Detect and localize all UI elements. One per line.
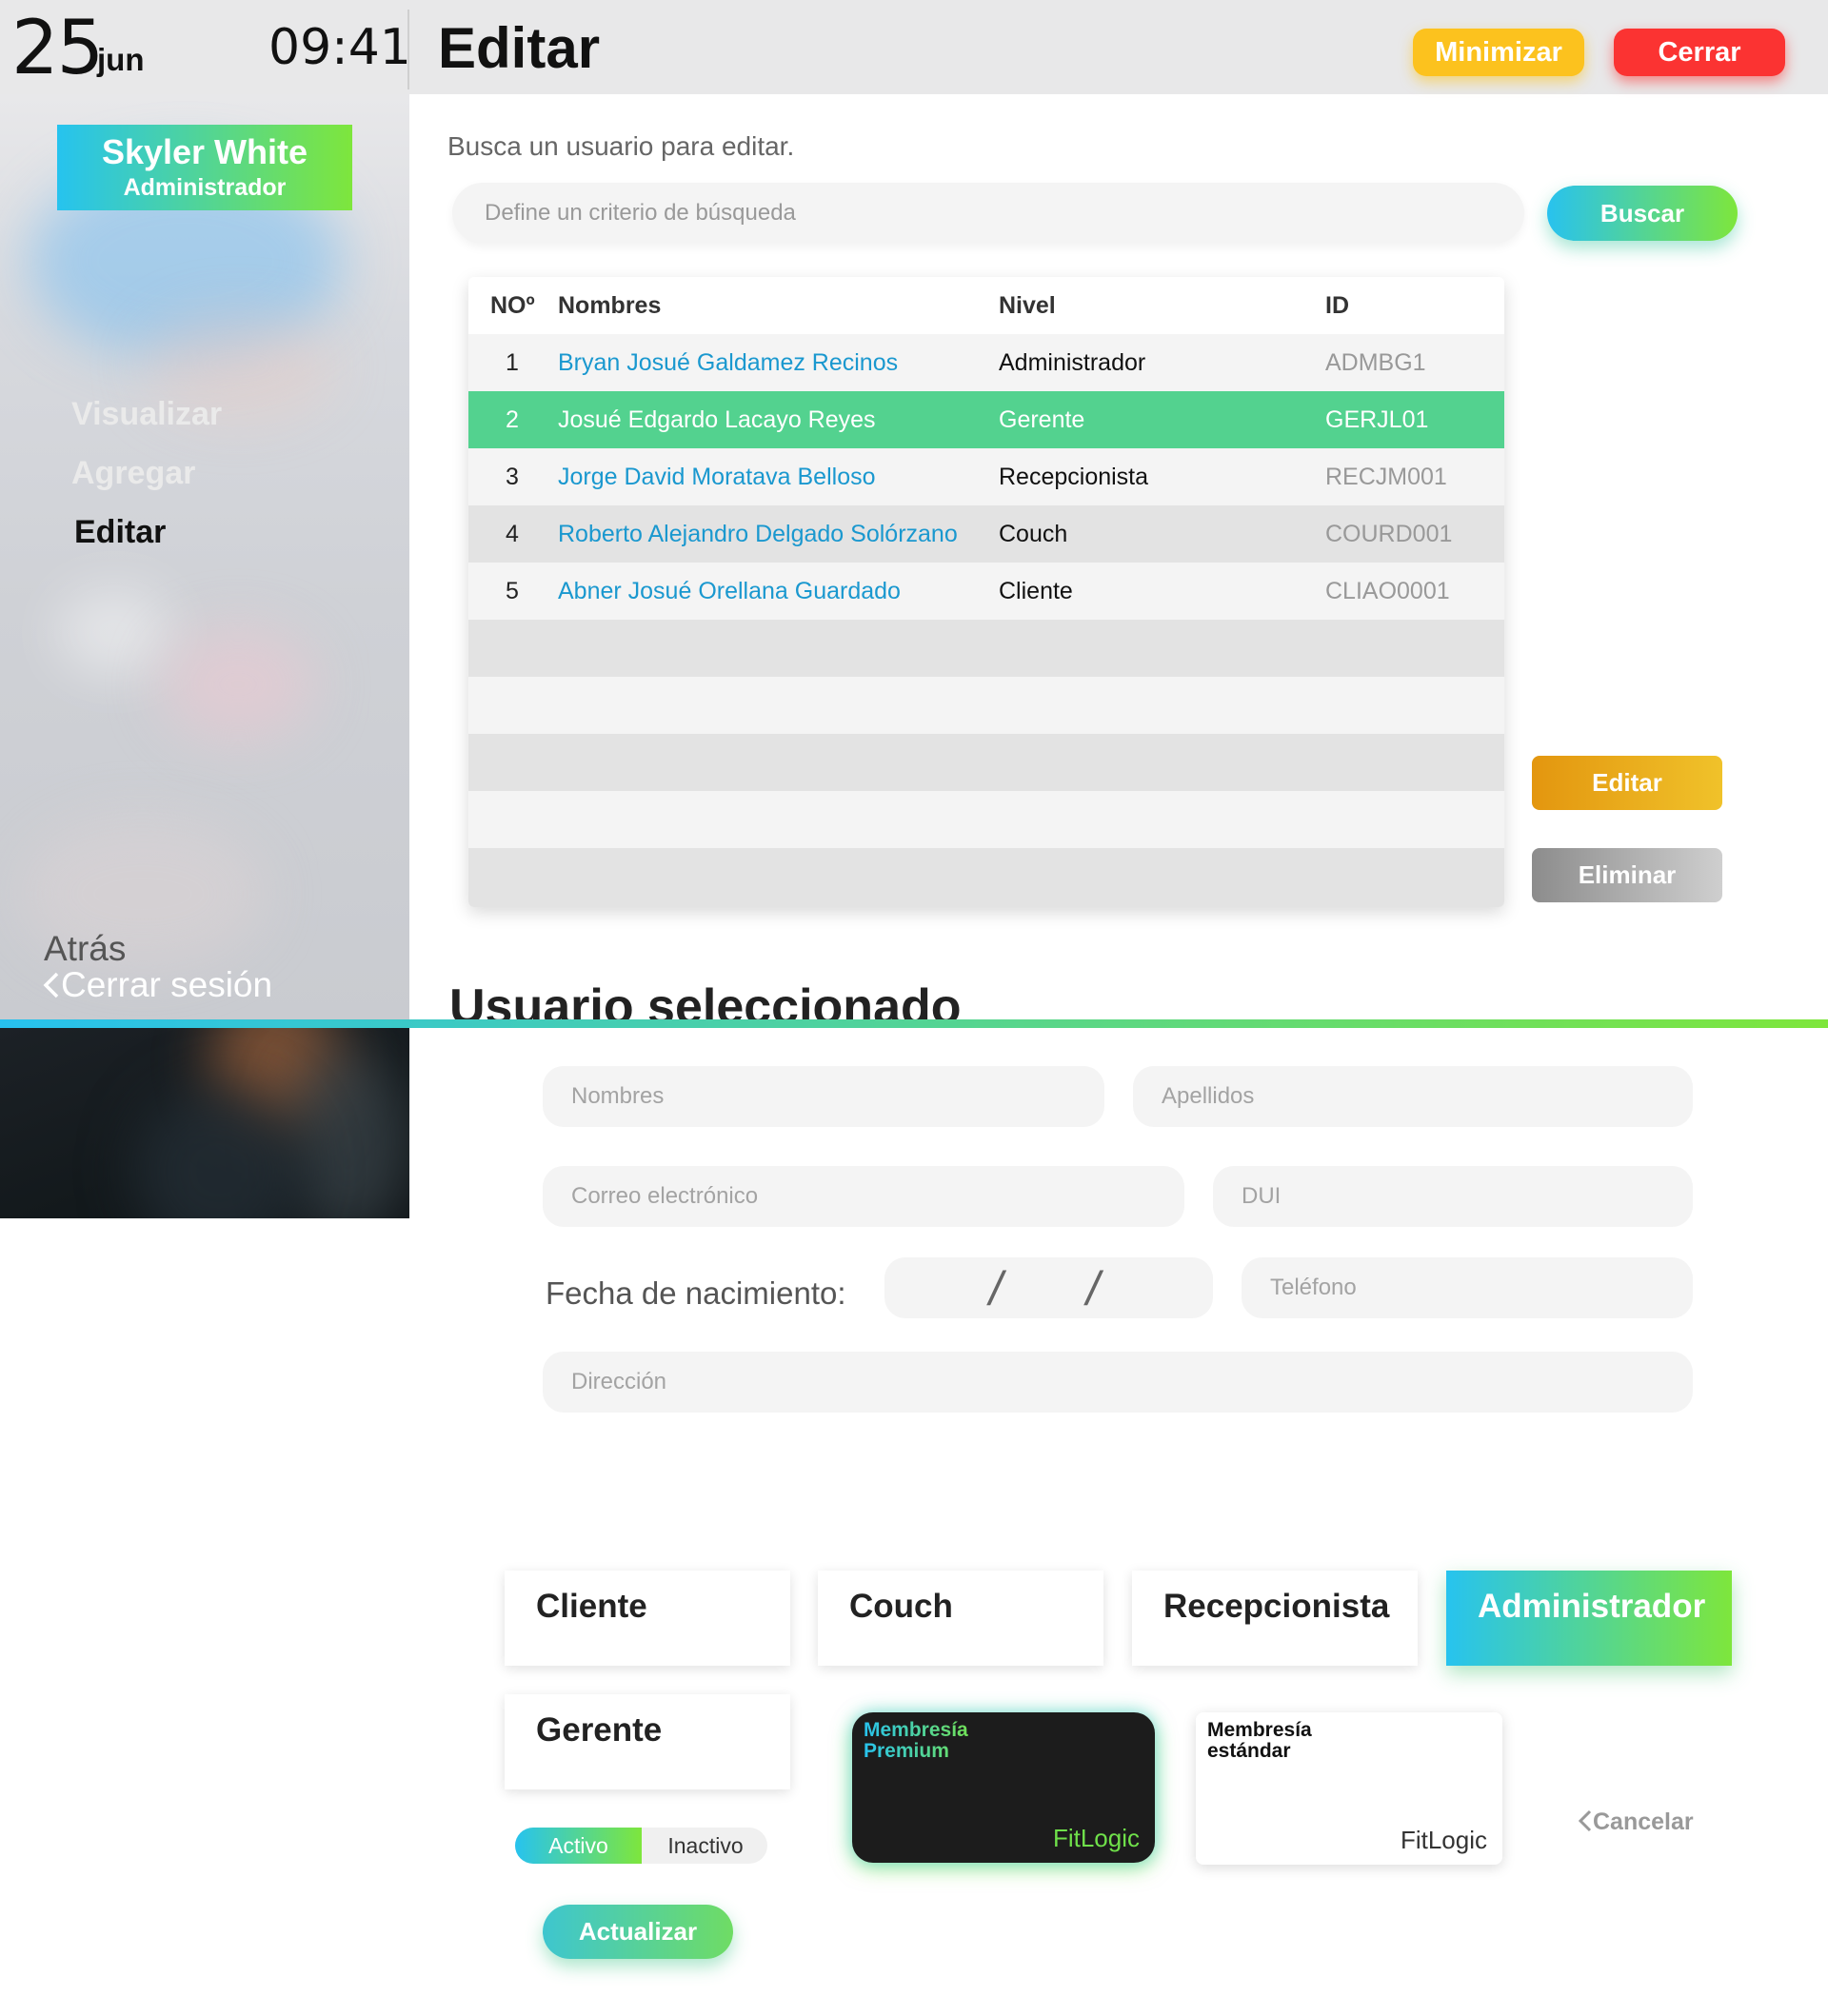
update-button[interactable]: Actualizar <box>543 1905 733 1959</box>
date-separator: / <box>989 1262 1003 1315</box>
address-field[interactable] <box>543 1352 1693 1413</box>
empty-table-row <box>468 848 1504 907</box>
birth-date-field[interactable]: / / <box>884 1257 1213 1318</box>
last-name-field[interactable] <box>1133 1066 1693 1127</box>
logout-button[interactable]: Cerrar sesión <box>42 965 272 1005</box>
selected-user-title: Usuario seleccionado <box>449 979 962 1019</box>
table-row[interactable]: 3 Jorge David Moratava Belloso Recepcion… <box>468 448 1504 505</box>
nav-item-agregar[interactable]: Agregar <box>71 455 195 492</box>
row-name-link[interactable]: Josué Edgardo Lacayo Reyes <box>558 391 876 448</box>
row-id: ADMBG1 <box>1325 349 1426 376</box>
row-name-link[interactable]: Roberto Alejandro Delgado Solórzano <box>558 505 958 563</box>
row-number: 3 <box>506 464 519 490</box>
row-level: Administrador <box>999 349 1146 376</box>
row-number: 5 <box>506 578 519 604</box>
chevron-left-icon <box>1578 1809 1592 1832</box>
cancel-link[interactable]: Cancelar <box>1578 1808 1694 1836</box>
membership-standard-card[interactable]: Membresía estándar FitLogic <box>1196 1712 1502 1865</box>
search-button[interactable]: Buscar <box>1547 186 1738 241</box>
status-toggle: Activo Inactivo <box>515 1828 767 1864</box>
column-header-names: Nombres <box>558 292 662 319</box>
row-level: Cliente <box>999 578 1073 604</box>
row-level: Gerente <box>999 406 1085 433</box>
back-label[interactable]: Atrás <box>44 929 126 969</box>
table-row-selected[interactable]: 2 Josué Edgardo Lacayo Reyes Gerente GER… <box>468 391 1504 448</box>
delete-button[interactable]: Eliminar <box>1532 848 1722 902</box>
row-id: GERJL01 <box>1325 406 1429 433</box>
cancel-label: Cancelar <box>1593 1808 1694 1835</box>
row-number: 1 <box>506 349 519 376</box>
column-header-id: ID <box>1325 292 1349 319</box>
sidebar <box>0 94 409 1022</box>
row-level: Couch <box>999 521 1068 547</box>
minimize-button[interactable]: Minimizar <box>1413 29 1584 76</box>
column-header-no: NOº <box>490 292 535 319</box>
user-profile-card: Skyler White Administrador <box>57 125 352 210</box>
users-table: NOº Nombres Nivel ID 1 Bryan Josué Galda… <box>468 277 1504 907</box>
phone-field[interactable] <box>1242 1257 1693 1318</box>
date-separator: / <box>1086 1262 1100 1315</box>
date-day: 25 <box>11 6 104 91</box>
search-input[interactable] <box>452 183 1524 244</box>
role-card-couch[interactable]: Couch <box>818 1571 1103 1666</box>
row-level: Recepcionista <box>999 464 1149 490</box>
page-title: Editar <box>438 16 601 80</box>
role-label: Recepcionista <box>1163 1588 1390 1625</box>
row-name-link[interactable]: Jorge David Moratava Belloso <box>558 448 876 505</box>
row-name-link[interactable]: Abner Josué Orellana Guardado <box>558 563 901 620</box>
role-label: Couch <box>849 1588 953 1625</box>
table-row[interactable]: 5 Abner Josué Orellana Guardado Cliente … <box>468 563 1504 620</box>
dui-field[interactable] <box>1213 1166 1693 1227</box>
role-label: Cliente <box>536 1588 647 1625</box>
nav-item-editar[interactable]: Editar <box>74 514 166 551</box>
user-role: Administrador <box>123 174 287 201</box>
chevron-left-icon <box>43 972 59 998</box>
header-divider <box>407 10 409 89</box>
gradient-divider <box>0 1019 1828 1028</box>
logout-label: Cerrar sesión <box>61 965 273 1004</box>
row-id: RECJM001 <box>1325 464 1447 490</box>
column-header-level: Nivel <box>999 292 1056 319</box>
membership-premium-card[interactable]: Membresía Premium FitLogic <box>852 1712 1155 1863</box>
row-id: COURD001 <box>1325 521 1453 547</box>
close-button[interactable]: Cerrar <box>1614 29 1785 76</box>
empty-table-row <box>468 734 1504 791</box>
search-prompt: Busca un usuario para editar. <box>447 131 795 161</box>
role-label: Administrador <box>1478 1588 1706 1625</box>
email-field[interactable] <box>543 1166 1184 1227</box>
table-row[interactable]: 1 Bryan Josué Galdamez Recinos Administr… <box>468 334 1504 391</box>
status-inactive-option[interactable]: Inactivo <box>644 1828 767 1864</box>
empty-table-row <box>468 677 1504 734</box>
empty-table-row <box>468 620 1504 677</box>
row-number: 4 <box>506 521 519 547</box>
row-id: CLIAO0001 <box>1325 578 1450 604</box>
user-name: Skyler White <box>101 132 308 171</box>
row-name-link[interactable]: Bryan Josué Galdamez Recinos <box>558 334 898 391</box>
empty-table-row <box>468 791 1504 848</box>
role-card-gerente[interactable]: Gerente <box>505 1694 790 1789</box>
role-card-administrador[interactable]: Administrador <box>1446 1571 1732 1666</box>
role-card-recepcionista[interactable]: Recepcionista <box>1132 1571 1418 1666</box>
membership-title: Membresía estándar <box>1207 1719 1312 1762</box>
table-row[interactable]: 4 Roberto Alejandro Delgado Solórzano Co… <box>468 505 1504 563</box>
edit-button[interactable]: Editar <box>1532 756 1722 810</box>
date-month: jun <box>97 42 145 77</box>
role-card-cliente[interactable]: Cliente <box>505 1571 790 1666</box>
membership-title: Membresía Premium <box>864 1720 987 1762</box>
status-active-option[interactable]: Activo <box>515 1828 642 1864</box>
nav-item-visualizar[interactable]: Visualizar <box>71 396 222 433</box>
clock: 09:41 <box>268 19 411 76</box>
role-label: Gerente <box>536 1711 663 1749</box>
sidebar-background-photo <box>0 1028 409 1218</box>
membership-brand: FitLogic <box>1400 1826 1487 1854</box>
membership-brand: FitLogic <box>1052 1824 1140 1852</box>
row-number: 2 <box>506 406 519 433</box>
table-header: NOº Nombres Nivel ID <box>468 277 1504 334</box>
birth-date-label: Fecha de nacimiento: <box>546 1275 846 1311</box>
first-name-field[interactable] <box>543 1066 1104 1127</box>
